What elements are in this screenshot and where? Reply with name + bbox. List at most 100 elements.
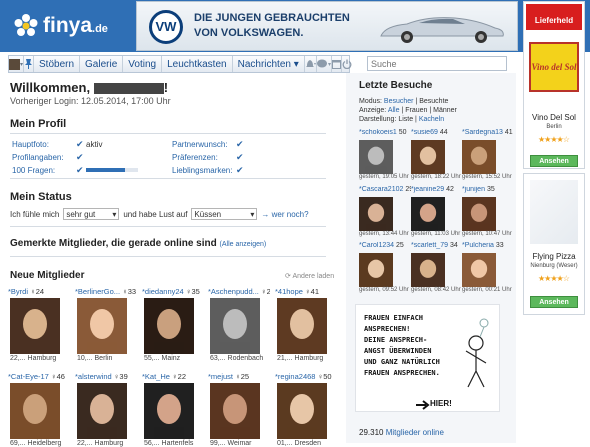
chat-icon[interactable]	[316, 56, 332, 72]
visitor-name[interactable]: *Sardegna13 41	[462, 129, 514, 138]
visitor-card[interactable]: *Cascara2102 29 gestern, 13:44 Uhr	[359, 186, 411, 237]
nav-voting[interactable]: Voting	[123, 56, 163, 72]
visitor-card[interactable]: *jeanine29 42 gestern, 11:03 Uhr	[411, 186, 463, 237]
anzeige-maenner[interactable]: Männer	[433, 107, 457, 114]
lieferheld-ad[interactable]: Lieferheld Vino del Sol Vino Del Sol Ber…	[523, 1, 585, 169]
member-photo[interactable]	[210, 383, 260, 439]
visitor-card[interactable]: *Carol1234 25 gestern, 09:52 Uhr	[359, 242, 411, 293]
darstellung-row: Darstellung: Liste | Kacheln	[359, 116, 445, 123]
avatar-menu-icon[interactable]	[9, 56, 24, 72]
member-photo[interactable]	[144, 383, 194, 439]
member-card[interactable]: *BerlinerGo... ♀33 10,... Berlin	[75, 287, 137, 362]
member-name[interactable]: *BerlinerGo... ♀33	[75, 287, 137, 297]
member-name[interactable]: *alsterwind ♀39	[75, 372, 137, 382]
visitor-card[interactable]: *Sardegna13 41 gestern, 15:52 Uhr	[462, 129, 514, 180]
visitor-photo[interactable]	[462, 197, 496, 231]
alle-anzeigen-link[interactable]: (Alle anzeigen)	[220, 241, 267, 248]
visitor-photo[interactable]	[359, 140, 393, 174]
darstellung-kacheln[interactable]: Kacheln	[419, 116, 444, 123]
visitor-name[interactable]: *Cascara2102 29	[359, 186, 411, 195]
member-photo[interactable]	[10, 298, 60, 354]
visitor-card[interactable]: *scarlett_79 34 gestern, 08:42 Uhr	[411, 242, 463, 293]
visitor-photo[interactable]	[359, 197, 393, 231]
member-photo[interactable]	[210, 298, 260, 354]
member-card[interactable]: *Kat_He ♀22 56,... Hartenfels	[142, 372, 204, 447]
member-card[interactable]: *diedanny24 ♀35 55,... Mainz	[142, 287, 204, 362]
member-card[interactable]: *alsterwind ♀39 22,... Hamburg	[75, 372, 137, 447]
member-name[interactable]: *mejust ♀25	[208, 372, 270, 382]
member-card[interactable]: *Byrdi ♀24 22,... Hamburg	[8, 287, 70, 362]
wish-select[interactable]: Küssen ▾	[191, 208, 258, 220]
hauptfoto-label[interactable]: Hauptfoto:	[12, 140, 49, 149]
member-name[interactable]: *diedanny24 ♀35	[142, 287, 204, 297]
member-card[interactable]: *Aschenpudd... ♀28 63,... Rodenbach	[208, 287, 270, 362]
darstellung-liste[interactable]: Liste	[398, 116, 413, 123]
member-name[interactable]: *regina2468 ♀50	[275, 372, 337, 382]
ansehen-button[interactable]: Ansehen	[530, 155, 578, 167]
member-photo[interactable]	[10, 383, 60, 439]
visitor-photo[interactable]	[411, 253, 445, 287]
ansehen-button[interactable]: Ansehen	[530, 296, 578, 308]
member-card[interactable]: *mejust ♀25 99,... Weimar	[208, 372, 270, 447]
visitor-photo[interactable]	[462, 253, 496, 287]
visitor-photo[interactable]	[359, 253, 393, 287]
finya-logo[interactable]: finya .de	[12, 12, 108, 40]
praeferenzen-label[interactable]: Präferenzen:	[172, 153, 218, 162]
andere-laden-text: Andere laden	[292, 273, 335, 280]
member-name[interactable]: *Aschenpudd... ♀28	[208, 287, 270, 297]
power-icon[interactable]	[342, 56, 352, 72]
lieblingsmarken-label[interactable]: Lieblingsmarken:	[172, 166, 232, 175]
visitor-name[interactable]: *Carol1234 25	[359, 242, 411, 251]
visitor-card[interactable]: *susie69 44 gestern, 18:22 Uhr	[411, 129, 463, 180]
member-name[interactable]: *Kat_He ♀22	[142, 372, 204, 382]
nav-stoebern[interactable]: Stöbern	[34, 56, 81, 72]
pin-icon[interactable]	[24, 56, 34, 72]
visitor-name[interactable]: *junijen 35	[462, 186, 514, 195]
vw-banner-ad[interactable]: VW DIE JUNGEN GEBRAUCHTEN VON VOLKSWAGEN…	[136, 1, 518, 51]
online-label-link[interactable]: Mitglieder online	[386, 428, 444, 437]
visitor-name-text: Carol1234	[361, 242, 395, 249]
member-name[interactable]: *Byrdi ♀24	[8, 287, 70, 297]
member-card[interactable]: *Cat-Eye-17 ♀46 69,... Heidelberg	[8, 372, 70, 447]
nav-nachrichten[interactable]: Nachrichten ▾	[233, 56, 305, 72]
member-name[interactable]: *41hope ♀41	[275, 287, 337, 297]
visitor-name[interactable]: *Pulcheria 33	[462, 242, 514, 251]
partnerwunsch-label[interactable]: Partnerwunsch:	[172, 140, 228, 149]
anzeige-frauen[interactable]: Frauen	[405, 107, 427, 114]
visitor-card[interactable]: *junijen 35 gestern, 10:47 Uhr	[462, 186, 514, 237]
visitor-name[interactable]: *susie69 44	[411, 129, 463, 138]
andere-laden-link[interactable]: ⟳ Andere laden	[285, 272, 334, 280]
anzeige-alle[interactable]: Alle	[388, 107, 400, 114]
member-photo[interactable]	[277, 383, 327, 439]
visitor-photo[interactable]	[411, 140, 445, 174]
wer-noch-link[interactable]: → wer noch?	[261, 210, 308, 219]
nav-galerie[interactable]: Galerie	[80, 56, 124, 72]
member-photo[interactable]	[77, 383, 127, 439]
pizza-ad[interactable]: Flying Pizza Nienburg (Weser) ★★★★☆ Anse…	[523, 173, 585, 315]
mood-select[interactable]: sehr gut ▾	[63, 208, 120, 220]
ansprechen-ad[interactable]: FRAUEN EINFACH ANSPRECHEN! DEINE ANSPREC…	[355, 304, 500, 412]
nav-leuchtkasten[interactable]: Leuchtkasten	[162, 56, 233, 72]
window-icon[interactable]	[331, 56, 342, 72]
modus-besuchte[interactable]: Besuchte	[419, 98, 448, 105]
member-photo[interactable]	[77, 298, 127, 354]
member-card[interactable]: *41hope ♀41 21,... Hamburg	[275, 287, 337, 362]
search-input[interactable]	[367, 56, 507, 71]
visitor-card[interactable]: *Pulcheria 33 gestern, 00:21 Uhr	[462, 242, 514, 293]
visitor-photo[interactable]	[462, 140, 496, 174]
visitor-name-text: scarlett_79	[413, 242, 448, 249]
member-name[interactable]: *Cat-Eye-17 ♀46	[8, 372, 70, 382]
member-photo[interactable]	[277, 298, 327, 354]
visitor-card[interactable]: *schokoeis1 50 gestern, 19:05 Uhr	[359, 129, 411, 180]
visitor-photo[interactable]	[411, 197, 445, 231]
bell-icon[interactable]	[305, 56, 317, 72]
fragen-label[interactable]: 100 Fragen:	[12, 166, 55, 175]
modus-besucher[interactable]: Besucher	[384, 98, 414, 105]
member-photo[interactable]	[144, 298, 194, 354]
check-icon: ✔	[236, 152, 244, 162]
profilangaben-label[interactable]: Profilangaben:	[12, 153, 64, 162]
visitor-name[interactable]: *jeanine29 42	[411, 186, 463, 195]
visitor-name[interactable]: *scarlett_79 34	[411, 242, 463, 251]
member-card[interactable]: *regina2468 ♀50 01,... Dresden	[275, 372, 337, 447]
visitor-name[interactable]: *schokoeis1 50	[359, 129, 411, 138]
